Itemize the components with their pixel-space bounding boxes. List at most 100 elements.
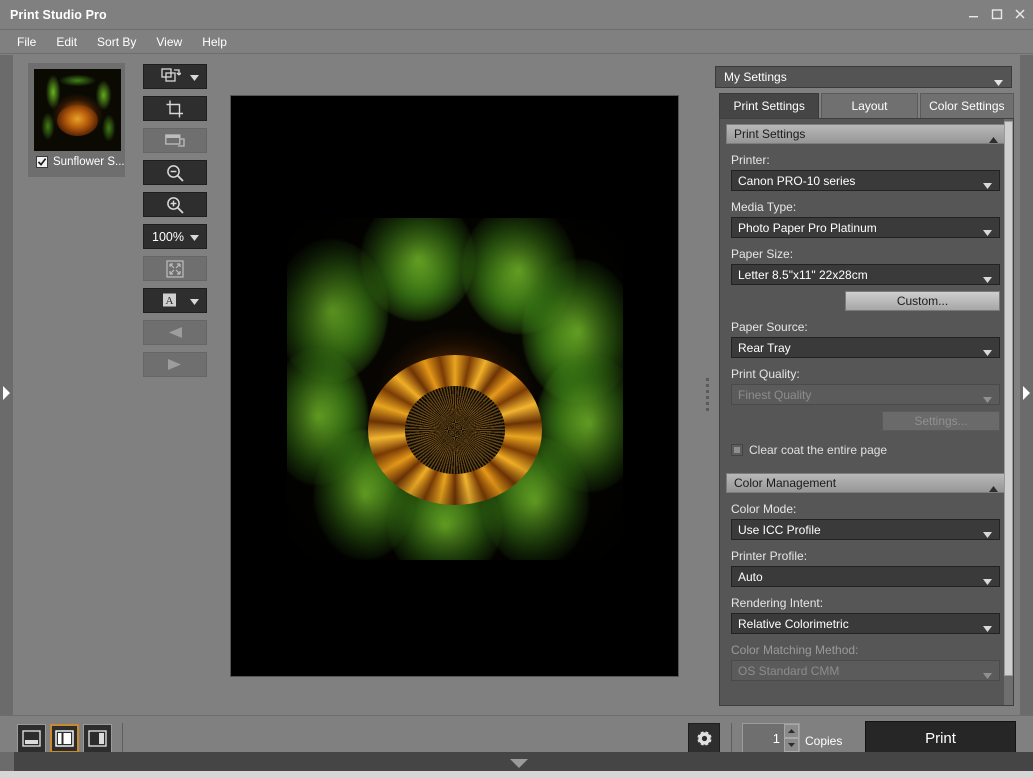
clear-coat-label: Clear coat the entire page [749, 443, 888, 457]
printer-dropdown[interactable]: Canon PRO-10 series [731, 170, 1000, 191]
media-type-dropdown[interactable]: Photo Paper Pro Platinum [731, 217, 1000, 238]
thumbnail-panel: Sunflower S... [13, 55, 140, 715]
chevron-right-icon [2, 385, 11, 406]
my-settings-dropdown[interactable]: My Settings [715, 66, 1012, 88]
view-mode-group [17, 724, 112, 753]
zoom-out-button[interactable] [143, 160, 207, 185]
settings-tabs: Print Settings Layout Color Settings [719, 93, 1015, 118]
group-header-label: Print Settings [734, 127, 806, 141]
thumbnail-checkbox[interactable] [36, 156, 48, 168]
text-tool-button[interactable]: A [143, 288, 207, 313]
color-matching-label: Color Matching Method: [731, 643, 859, 657]
list-item[interactable]: Sunflower S... [28, 63, 125, 177]
rendering-intent-label: Rendering Intent: [731, 596, 824, 610]
media-type-value: Photo Paper Pro Platinum [738, 220, 877, 235]
color-mode-value: Use ICC Profile [738, 522, 821, 537]
tab-layout[interactable]: Layout [821, 93, 918, 118]
copies-stepper[interactable]: 1 [742, 723, 800, 753]
paper-size-value: Letter 8.5"x11" 22x28cm [738, 267, 868, 282]
settings-panel: My Settings Print Settings Layout Color … [713, 55, 1018, 715]
previous-page-button [143, 320, 207, 345]
view-mode-split[interactable] [50, 724, 79, 753]
color-mode-dropdown[interactable]: Use ICC Profile [731, 519, 1000, 540]
scrollbar-thumb[interactable] [1004, 121, 1013, 676]
chevron-down-icon [983, 574, 992, 588]
tab-print-settings[interactable]: Print Settings [719, 93, 820, 118]
menu-item-view[interactable]: View [147, 33, 191, 51]
chevron-down-icon [190, 299, 199, 305]
printer-profile-label: Printer Profile: [731, 549, 808, 563]
group-header-print-settings[interactable]: Print Settings [726, 124, 1007, 144]
printer-profile-dropdown[interactable]: Auto [731, 566, 1000, 587]
thumbnail-caption: Sunflower S... [34, 151, 125, 173]
media-type-label: Media Type: [731, 200, 797, 214]
print-button[interactable]: Print [865, 721, 1016, 755]
printer-profile-value: Auto [738, 569, 763, 584]
zoom-in-button[interactable] [143, 192, 207, 217]
print-preferences-button[interactable] [688, 723, 720, 753]
minimize-button[interactable] [967, 7, 981, 21]
tab-color-settings[interactable]: Color Settings [919, 93, 1015, 118]
view-mode-single[interactable] [17, 724, 46, 753]
chevron-down-icon [983, 527, 992, 541]
right-panel-collapse-handle[interactable] [1020, 55, 1033, 778]
left-panel-collapse-handle[interactable] [0, 55, 13, 778]
paper-source-label: Paper Source: [731, 320, 808, 334]
clear-coat-row[interactable]: Clear coat the entire page [731, 443, 1013, 457]
chevron-down-icon [994, 75, 1003, 89]
zoom-level-dropdown[interactable]: 100% [143, 224, 207, 249]
bottom-left-corner [0, 752, 14, 771]
print-studio-pro-window: Print Studio Pro File Edit Sort By View … [0, 0, 1033, 778]
bottom-expander-strip[interactable] [0, 752, 1033, 771]
divider [122, 723, 123, 753]
color-mode-label: Color Mode: [731, 502, 797, 516]
paper-source-value: Rear Tray [738, 340, 791, 355]
paper-source-dropdown[interactable]: Rear Tray [731, 337, 1000, 358]
chevron-down-icon [983, 178, 992, 192]
chevron-down-icon [983, 392, 992, 406]
view-mode-list[interactable] [83, 724, 112, 753]
paper-size-dropdown[interactable]: Letter 8.5"x11" 22x28cm [731, 264, 1000, 285]
menu-item-sort-by[interactable]: Sort By [88, 33, 145, 51]
print-page-preview[interactable] [231, 96, 678, 676]
rendering-intent-dropdown[interactable]: Relative Colorimetric [731, 613, 1000, 634]
copies-increment-button[interactable] [784, 724, 799, 738]
sunflower-preview-image [287, 218, 623, 560]
zoom-level-value: 100% [152, 229, 184, 244]
chevron-right-icon [1022, 385, 1031, 406]
copies-decrement-button[interactable] [784, 738, 799, 752]
gear-icon [694, 728, 714, 748]
svg-text:A: A [166, 295, 174, 307]
menu-item-file[interactable]: File [8, 33, 45, 51]
group-header-label: Color Management [734, 476, 837, 490]
settings-scroll-body: Print Settings Printer: Canon PRO-10 ser… [719, 118, 1014, 706]
chevron-down-icon [983, 272, 992, 286]
print-quality-settings-button: Settings... [882, 411, 1000, 431]
chevron-down-icon [190, 75, 199, 81]
chevron-down-icon [983, 621, 992, 635]
paper-size-label: Paper Size: [731, 247, 794, 261]
copies-label: Copies [805, 734, 843, 748]
group-header-color-management[interactable]: Color Management [726, 473, 1007, 493]
fit-to-window-button [143, 256, 207, 281]
close-button[interactable] [1013, 7, 1027, 21]
tool-strip: 100% A [143, 64, 207, 384]
window-bottom-edge [0, 771, 1033, 778]
printer-value: Canon PRO-10 series [738, 173, 856, 188]
print-quality-dropdown: Finest Quality [731, 384, 1000, 405]
maximize-button[interactable] [990, 7, 1004, 21]
page-arrange-button[interactable] [143, 64, 207, 89]
panel-splitter-grip[interactable] [706, 378, 712, 412]
settings-scrollbar[interactable] [1004, 119, 1013, 705]
menu-item-help[interactable]: Help [193, 33, 236, 51]
menu-item-edit[interactable]: Edit [47, 33, 86, 51]
chevron-down-icon [983, 345, 992, 359]
crop-button[interactable] [143, 96, 207, 121]
title-bar: Print Studio Pro [0, 0, 1033, 30]
printer-label: Printer: [731, 153, 770, 167]
next-page-button [143, 352, 207, 377]
clear-coat-checkbox[interactable] [731, 444, 743, 456]
custom-paper-size-button[interactable]: Custom... [845, 291, 1000, 311]
preview-area [207, 55, 702, 715]
copies-arrows[interactable] [784, 724, 799, 752]
